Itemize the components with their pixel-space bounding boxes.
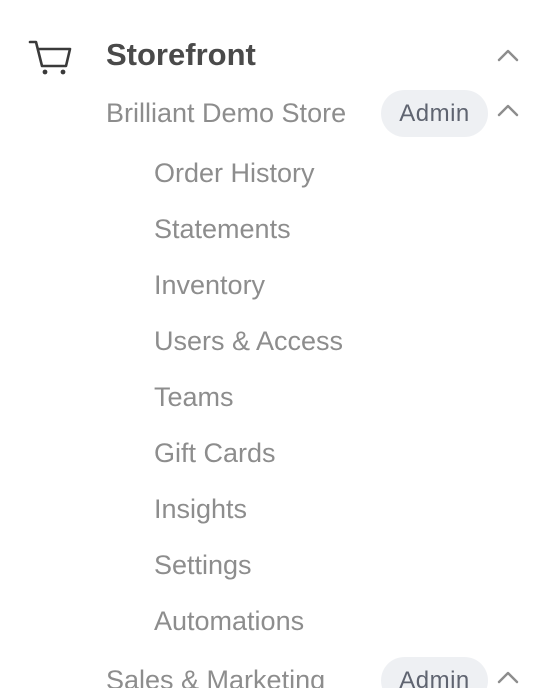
store-row-sales-marketing[interactable]: Sales & Marketing Admin bbox=[0, 657, 544, 688]
store-name: Sales & Marketing bbox=[106, 665, 326, 688]
nav-item-users-access[interactable]: Users & Access bbox=[154, 321, 343, 361]
store-row-brilliant-demo-store[interactable]: Brilliant Demo Store Admin bbox=[0, 90, 544, 142]
nav-item-statements[interactable]: Statements bbox=[154, 209, 291, 249]
chevron-up-icon[interactable] bbox=[497, 48, 519, 62]
nav-item-order-history[interactable]: Order History bbox=[154, 153, 315, 193]
sidebar-nav: Storefront Brilliant Demo Store Admin Or… bbox=[0, 0, 544, 688]
shopping-cart-icon bbox=[28, 40, 72, 75]
role-badge: Admin bbox=[381, 657, 488, 688]
nav-item-settings[interactable]: Settings bbox=[154, 545, 252, 585]
role-badge: Admin bbox=[381, 90, 488, 137]
section-storefront[interactable]: Storefront bbox=[0, 26, 544, 82]
nav-item-inventory[interactable]: Inventory bbox=[154, 265, 265, 305]
chevron-up-icon[interactable] bbox=[497, 103, 519, 117]
chevron-up-icon[interactable] bbox=[497, 670, 519, 684]
nav-item-automations[interactable]: Automations bbox=[154, 601, 304, 641]
nav-item-gift-cards[interactable]: Gift Cards bbox=[154, 433, 276, 473]
section-title: Storefront bbox=[106, 37, 256, 72]
nav-item-insights[interactable]: Insights bbox=[154, 489, 247, 529]
nav-item-teams[interactable]: Teams bbox=[154, 377, 234, 417]
store-name: Brilliant Demo Store bbox=[106, 98, 347, 128]
